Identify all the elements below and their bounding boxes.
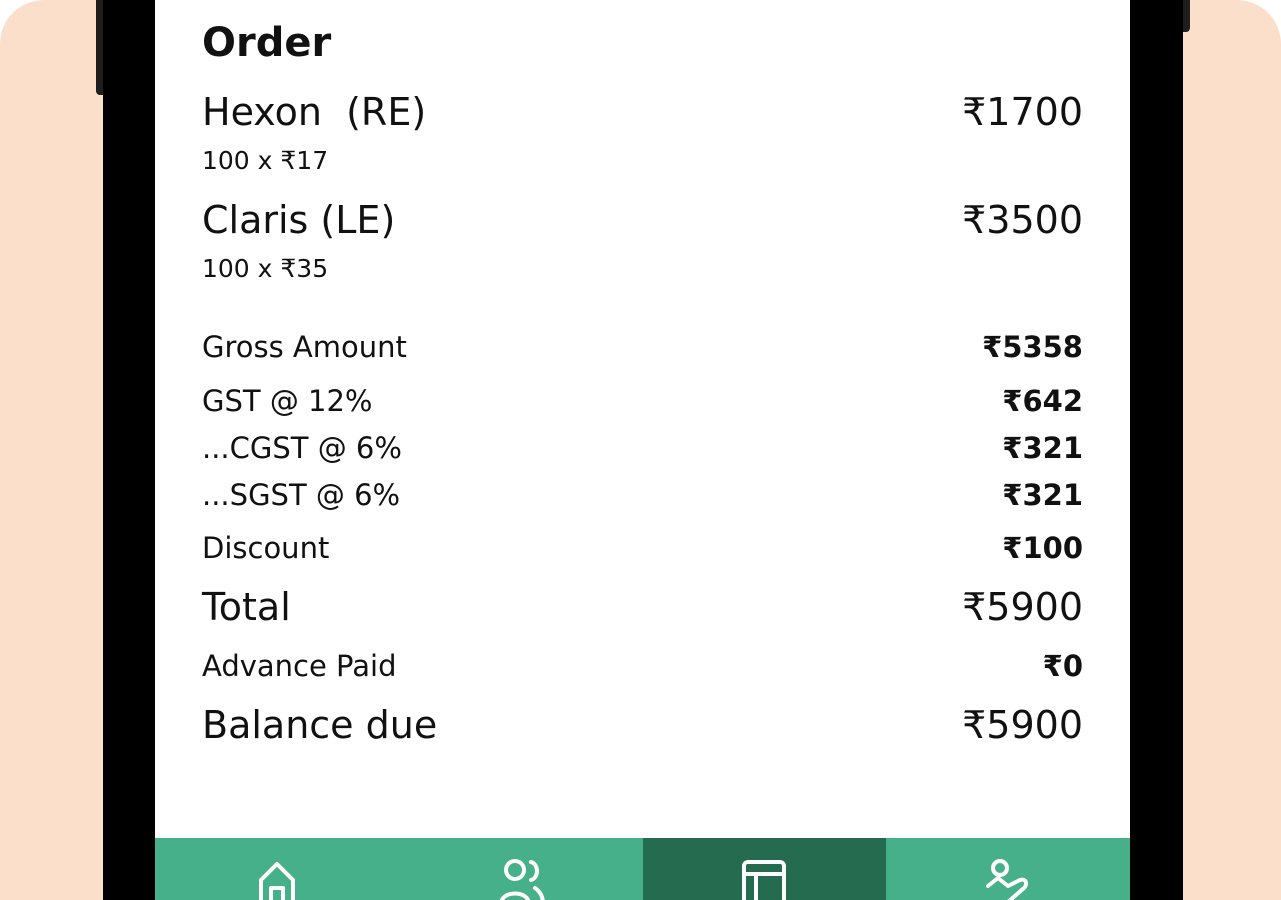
- total-value: ₹5900: [962, 585, 1083, 629]
- gst-value: ₹642: [1002, 384, 1083, 418]
- balance-due-value: ₹5900: [962, 703, 1083, 747]
- item-quantity-line: 100 x ₹35: [202, 254, 329, 283]
- total-label: Total: [202, 585, 291, 629]
- cgst-label: ...CGST @ 6%: [202, 431, 402, 465]
- bottom-nav: [155, 838, 1130, 900]
- users-icon: [499, 859, 545, 900]
- cgst-value: ₹321: [1002, 431, 1083, 465]
- order-item-row[interactable]: Claris (LE) ₹3500: [202, 198, 1083, 242]
- sgst-value: ₹321: [1002, 478, 1083, 512]
- item-price: ₹1700: [962, 90, 1083, 134]
- balance-due-row: Balance due ₹5900: [202, 703, 1083, 747]
- sgst-label: ...SGST @ 6%: [202, 478, 401, 512]
- advance-paid-label: Advance Paid: [202, 649, 397, 683]
- item-quantity-line: 100 x ₹17: [202, 146, 329, 175]
- order-screen: Order Hexon (RE) ₹1700 100 x ₹17 Claris …: [155, 0, 1130, 900]
- total-row: Total ₹5900: [202, 585, 1083, 629]
- cgst-row: ...CGST @ 6% ₹321: [202, 431, 1083, 465]
- gross-amount-value: ₹5358: [982, 330, 1083, 364]
- layout-icon: [742, 860, 787, 900]
- advance-paid-value: ₹0: [1042, 649, 1083, 683]
- item-name: Hexon (RE): [202, 90, 427, 134]
- nav-payments[interactable]: [886, 838, 1130, 900]
- item-price: ₹3500: [962, 198, 1083, 242]
- hand-holding-icon: [986, 859, 1029, 900]
- order-item-row[interactable]: Hexon (RE) ₹1700: [202, 90, 1083, 134]
- nav-home[interactable]: [155, 838, 399, 900]
- gross-amount-label: Gross Amount: [202, 330, 407, 364]
- advance-paid-row: Advance Paid ₹0: [202, 649, 1083, 683]
- item-name: Claris (LE): [202, 198, 396, 242]
- gst-row: GST @ 12% ₹642: [202, 384, 1083, 418]
- discount-row: Discount ₹100: [202, 531, 1083, 565]
- gross-amount-row: Gross Amount ₹5358: [202, 330, 1083, 364]
- sgst-row: ...SGST @ 6% ₹321: [202, 478, 1083, 512]
- nav-orders[interactable]: [642, 838, 887, 900]
- gst-label: GST @ 12%: [202, 384, 373, 418]
- home-icon: [258, 862, 295, 900]
- balance-due-label: Balance due: [202, 703, 438, 747]
- order-title: Order: [202, 20, 332, 66]
- nav-customers[interactable]: [399, 838, 643, 900]
- discount-value: ₹100: [1002, 531, 1083, 565]
- discount-label: Discount: [202, 531, 330, 565]
